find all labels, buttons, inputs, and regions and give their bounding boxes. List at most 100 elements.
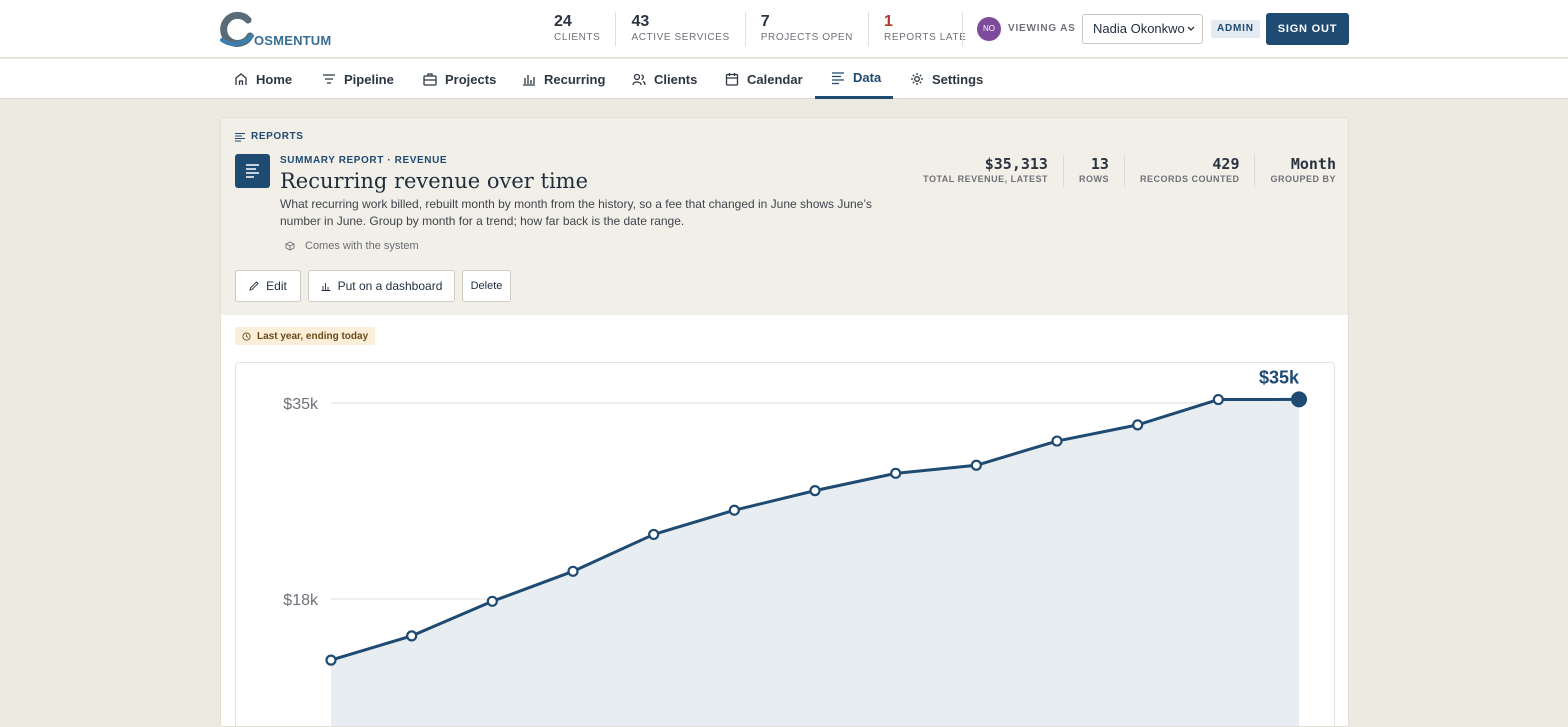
data-point [567, 565, 579, 577]
nav-item-calendar[interactable]: Calendar [725, 59, 803, 99]
report-card: REPORTS SUMMARY REPORT · REVENUE Recurri… [220, 117, 1349, 727]
nav-item-pipeline[interactable]: Pipeline [322, 59, 394, 99]
nav-label: Calendar [747, 71, 803, 87]
stat-active-services[interactable]: 43 ACTIVE SERVICES [631, 12, 746, 46]
clock-icon [242, 331, 251, 341]
kpi-label: GROUPED BY [1270, 174, 1336, 184]
edit-label: Edit [266, 279, 287, 293]
chevron-down-icon [1186, 15, 1196, 55]
brand-logo[interactable]: OSMENTUM [218, 10, 338, 50]
nav-label: Projects [445, 71, 497, 87]
y-tick-label: $18k [283, 592, 319, 609]
bar-chart-icon [523, 75, 535, 86]
data-point-latest [1291, 391, 1307, 408]
nav-label: Pipeline [344, 71, 394, 87]
date-range-badge[interactable]: Last year, ending today [235, 327, 376, 345]
data-point [406, 630, 418, 642]
put-on-dashboard-button[interactable]: Put on a dashboard [308, 270, 455, 302]
lines-icon [832, 71, 844, 84]
logo-mark-icon [220, 11, 254, 47]
data-point [728, 504, 740, 516]
home-icon [235, 73, 247, 85]
report-origin: Comes with the system [285, 240, 419, 252]
nav-label: Recurring [544, 71, 606, 87]
report-doc-icon [235, 154, 270, 188]
revenue-chart: $18k $35k $35k [235, 362, 1335, 726]
data-point [970, 459, 982, 471]
main-nav: Home Pipeline Projects Recurring Clients… [0, 59, 1568, 99]
data-point [890, 467, 902, 479]
report-type: SUMMARY REPORT · REVENUE [280, 155, 448, 166]
stat-value: 24 [554, 13, 572, 30]
kpi-grouped-by: Month GROUPED BY [1255, 155, 1336, 187]
users-icon [632, 73, 646, 86]
y-tick-label: $35k [283, 396, 319, 413]
nav-label: Home [256, 71, 293, 87]
stat-value: 7 [760, 13, 770, 30]
viewing-as-select[interactable]: Nadia Okonkwo [1082, 14, 1203, 44]
area-fill [331, 399, 1299, 726]
page-title: Recurring revenue over time [280, 169, 589, 193]
date-range-label: Last year, ending today [257, 330, 369, 342]
stat-reports-late[interactable]: 1 REPORTS LATE [884, 12, 981, 46]
list-icon [235, 132, 245, 142]
breadcrumb[interactable]: REPORTS [235, 131, 304, 142]
stat-label: CLIENTS [554, 32, 601, 43]
kpi-total-revenue: $35,313 TOTAL REVENUE, LATEST [908, 155, 1064, 187]
report-header: REPORTS SUMMARY REPORT · REVENUE Recurri… [221, 118, 1348, 315]
sign-out-button[interactable]: SIGN OUT [1266, 13, 1349, 45]
kpi-records-counted: 429 RECORDS COUNTED [1125, 155, 1256, 187]
calendar-icon [725, 73, 739, 86]
kpi-value: 13 [1090, 155, 1109, 173]
data-point [809, 485, 821, 497]
filter-icon [323, 74, 335, 84]
kpi-label: ROWS [1078, 174, 1109, 184]
dashboard-label: Put on a dashboard [337, 279, 443, 293]
report-kpis: $35,313 TOTAL REVENUE, LATEST 13 ROWS 42… [908, 155, 1336, 187]
pencil-icon [249, 281, 259, 291]
nav-item-home[interactable]: Home [234, 59, 292, 99]
kpi-label: RECORDS COUNTED [1139, 174, 1240, 184]
data-point [648, 528, 660, 541]
nav-item-recurring[interactable]: Recurring [522, 59, 605, 99]
avatar: NO [977, 17, 1001, 41]
kpi-rows: 13 ROWS [1064, 155, 1125, 187]
nav-item-settings[interactable]: Settings [910, 59, 983, 99]
breadcrumb-label: REPORTS [251, 131, 304, 142]
package-icon [285, 241, 295, 251]
stat-value: 1 [884, 13, 893, 30]
kpi-value: $35,313 [984, 155, 1048, 173]
data-point [486, 595, 498, 607]
viewing-as-label: VIEWING AS [1008, 23, 1076, 34]
stat-projects-open[interactable]: 7 PROJECTS OPEN [761, 12, 869, 46]
briefcase-icon [423, 73, 437, 86]
nav-item-data[interactable]: Data [815, 59, 893, 99]
nav-label: Data [853, 70, 882, 85]
nav-item-clients[interactable]: Clients [632, 59, 697, 99]
selected-user: Nadia Okonkwo [1093, 21, 1185, 36]
gear-icon [911, 73, 923, 85]
top-bar: OSMENTUM 24 CLIENTS 43 ACTIVE SERVICES 7… [0, 0, 1568, 58]
stat-clients[interactable]: 24 CLIENTS [554, 12, 617, 46]
data-point [1132, 419, 1144, 431]
nav-label: Settings [932, 71, 984, 87]
stat-label: ACTIVE SERVICES [631, 32, 730, 43]
data-label: $35k [1259, 367, 1300, 387]
delete-button[interactable]: Delete [462, 270, 511, 302]
role-badge: ADMIN [1211, 20, 1260, 38]
header-divider [962, 12, 963, 46]
kpi-label: TOTAL REVENUE, LATEST [923, 174, 1048, 184]
header-stats: 24 CLIENTS 43 ACTIVE SERVICES 7 PROJECTS… [554, 12, 996, 46]
origin-label: Comes with the system [305, 240, 419, 252]
stat-value: 43 [631, 13, 650, 30]
chart-canvas: $18k $35k $35k [283, 367, 1307, 726]
kpi-value: Month [1290, 155, 1336, 173]
edit-button[interactable]: Edit [235, 270, 301, 302]
stat-label: PROJECTS OPEN [760, 32, 853, 43]
report-description: What recurring work billed, rebuilt mont… [280, 197, 872, 228]
data-point [1212, 393, 1224, 406]
nav-label: Clients [654, 71, 698, 87]
nav-item-projects[interactable]: Projects [423, 59, 496, 99]
data-point [1051, 435, 1063, 447]
data-point [325, 654, 337, 666]
